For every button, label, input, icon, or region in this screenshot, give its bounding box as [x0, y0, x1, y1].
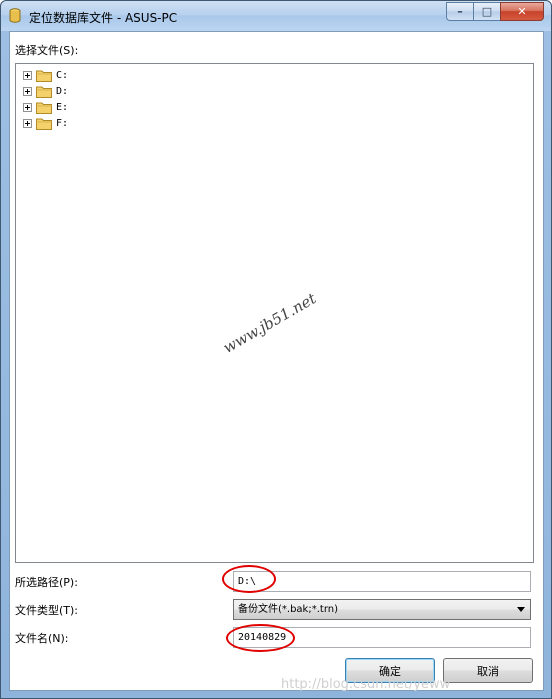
- blog-watermark: http://blog.csdn.net/yeww: [281, 677, 451, 692]
- maximize-button[interactable]: □: [473, 2, 500, 21]
- expand-icon[interactable]: [23, 102, 32, 112]
- title-bar[interactable]: 定位数据库文件 - ASUS-PC – □ ✕: [1, 1, 551, 31]
- folder-icon: [36, 102, 52, 114]
- minimize-icon: –: [457, 5, 463, 18]
- folder-icon: [36, 118, 52, 130]
- file-type-value: 备份文件(*.bak;*.trn): [238, 604, 338, 615]
- highlight-circle-path: [222, 565, 276, 593]
- database-icon: [9, 8, 21, 23]
- folder-icon: [36, 70, 52, 82]
- tree-item-e[interactable]: E:: [23, 100, 68, 114]
- dropdown-arrow-icon: [517, 607, 525, 612]
- close-icon: ✕: [517, 5, 527, 18]
- expand-icon[interactable]: [23, 118, 32, 128]
- tree-item-label: E:: [56, 101, 69, 113]
- caption-buttons: – □ ✕: [446, 2, 544, 21]
- maximize-icon: □: [481, 5, 493, 18]
- select-file-label: 选择文件(S):: [15, 44, 79, 57]
- selected-path-field[interactable]: D:\: [233, 571, 531, 592]
- tree-item-label: F:: [56, 117, 69, 129]
- close-button[interactable]: ✕: [500, 2, 544, 21]
- tree-item-c[interactable]: C:: [23, 68, 68, 82]
- tree-item-label: D:: [56, 85, 69, 97]
- file-name-label: 文件名(N):: [15, 632, 69, 645]
- dialog-client-area: 选择文件(S): C: D: E: F: 所选路径(P): D:\ 文件类型(T…: [9, 31, 544, 691]
- selected-path-label: 所选路径(P):: [15, 576, 78, 589]
- tree-item-f[interactable]: F:: [23, 116, 68, 130]
- window-title: 定位数据库文件 - ASUS-PC: [29, 11, 178, 25]
- file-type-select[interactable]: 备份文件(*.bak;*.trn): [233, 599, 531, 620]
- cancel-button[interactable]: 取消: [443, 658, 533, 683]
- dialog-window: 定位数据库文件 - ASUS-PC – □ ✕ 选择文件(S): C: D: E…: [0, 0, 552, 699]
- minimize-button[interactable]: –: [446, 2, 473, 21]
- folder-icon: [36, 86, 52, 98]
- file-type-label: 文件类型(T):: [15, 604, 79, 617]
- tree-item-d[interactable]: D:: [23, 84, 68, 98]
- tree-item-label: C:: [56, 69, 69, 81]
- highlight-circle-filename: [226, 624, 295, 652]
- expand-icon[interactable]: [23, 86, 32, 96]
- expand-icon[interactable]: [23, 70, 32, 80]
